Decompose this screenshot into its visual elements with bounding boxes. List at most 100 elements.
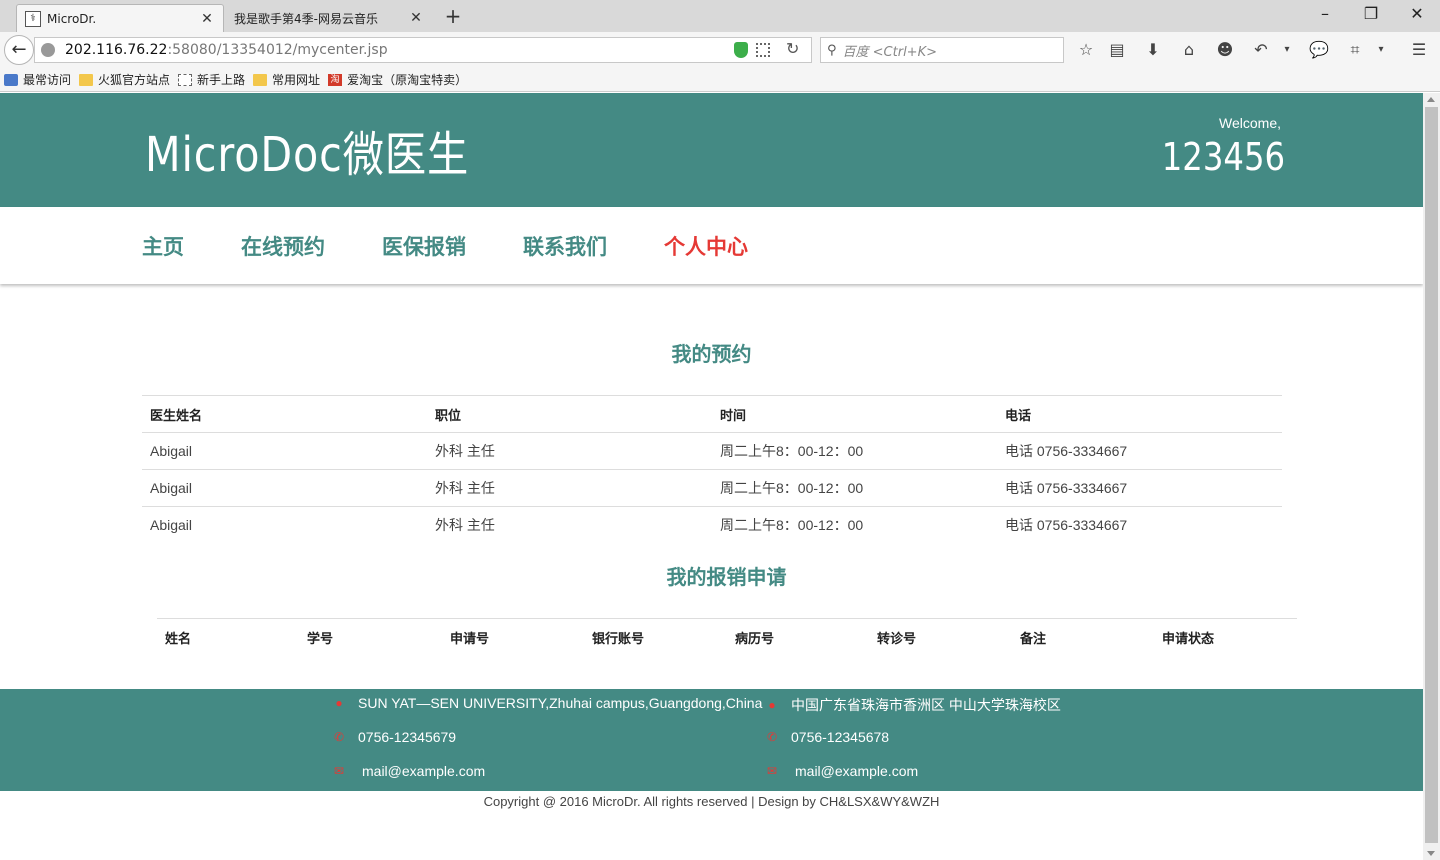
doctor-name-cell: Abigail — [142, 469, 427, 507]
table-row: Abigail 外科 主任 周二上午8：00-12：00 电话 0756-333… — [142, 432, 1282, 470]
phone-cell: 电话 0756-3334667 — [997, 432, 1282, 470]
bookmark-firefox-site[interactable]: 火狐官方站点 — [79, 71, 170, 88]
column-header: 学号 — [299, 618, 442, 657]
table-row: Abigail 外科 主任 周二上午8：00-12：00 电话 0756-333… — [142, 469, 1282, 507]
column-header: 申请号 — [442, 618, 584, 657]
map-marker-icon: ● — [335, 696, 343, 710]
undo-icon[interactable]: ↶ — [1250, 39, 1272, 61]
emoji-icon[interactable]: ☻ — [1214, 39, 1236, 61]
globe-icon — [41, 43, 55, 57]
new-tab-button[interactable]: + — [440, 4, 466, 30]
folder-icon — [79, 73, 94, 86]
claims-table: 姓名 学号 申请号 银行账号 病历号 转诊号 备注 申请状态 — [157, 618, 1297, 657]
tab-music[interactable]: 我是歌手第4季-网易云音乐 ✕ — [226, 4, 432, 32]
position-cell: 外科 主任 — [427, 432, 712, 470]
appointments-title: 我的预约 — [671, 342, 752, 366]
envelope-icon: ✉ — [333, 764, 345, 778]
envelope-icon: ✉ — [766, 764, 778, 778]
copyright: Copyright @ 2016 MicroDr. All rights res… — [483, 794, 940, 809]
appointments-table: 医生姓名 职位 时间 电话 Abigail 外科 主任 周二上午8：00-12：… — [142, 395, 1282, 544]
reload-icon[interactable]: ↻ — [786, 39, 799, 58]
shield-icon[interactable] — [734, 42, 748, 58]
nav-home[interactable]: 主页 — [142, 231, 184, 261]
back-button[interactable]: ← — [4, 35, 34, 65]
time-cell: 周二上午8：00-12：00 — [712, 469, 997, 507]
scroll-up-icon[interactable] — [1427, 97, 1435, 102]
qr-code-icon[interactable] — [756, 43, 770, 57]
position-cell: 外科 主任 — [427, 469, 712, 507]
download-icon[interactable]: ⬇ — [1142, 39, 1164, 61]
phone-icon: ✆ — [766, 730, 778, 744]
column-header: 医生姓名 — [142, 395, 427, 433]
chat-icon[interactable]: 💬 — [1308, 39, 1330, 61]
bookmark-taobao[interactable]: 淘爱淘宝（原淘宝特卖） — [328, 71, 467, 88]
bookmark-getting-started[interactable]: 新手上路 — [178, 71, 245, 88]
restore-icon[interactable]: ❐ — [1348, 0, 1394, 30]
footer-phone-1: ✆ 0756-12345679 — [333, 729, 457, 745]
url-path: :58080/13354012/mycenter.jsp — [167, 42, 388, 58]
bookmarks-bar: 最常访问 火狐官方站点 新手上路 常用网址 淘爱淘宝（原淘宝特卖） — [0, 68, 1440, 92]
main-nav: 主页 在线预约 医保报销 联系我们 个人中心 — [0, 207, 1423, 284]
vertical-scrollbar[interactable] — [1423, 93, 1440, 860]
welcome-text: Welcome, — [1219, 115, 1281, 131]
close-tab-icon[interactable]: ✕ — [408, 10, 424, 26]
reading-list-icon[interactable]: ▤ — [1106, 39, 1128, 61]
nav-appointment[interactable]: 在线预约 — [241, 231, 325, 261]
browser-tab-bar: ⚕ MicroDr. ✕ 我是歌手第4季-网易云音乐 ✕ + – ❐ ✕ — [0, 0, 1440, 32]
column-header: 银行账号 — [584, 618, 727, 657]
page-viewport: MicroDoc微医生 Welcome, 123456 主页 在线预约 医保报销… — [0, 93, 1423, 860]
scrollbar-thumb[interactable] — [1425, 107, 1438, 843]
time-cell: 周二上午8：00-12：00 — [712, 506, 997, 544]
footer-address-cn: ● 中国广东省珠海市香洲区 中山大学珠海校区 — [765, 695, 1061, 715]
doctor-name-cell: Abigail — [142, 432, 427, 470]
search-input[interactable]: ⚲ 百度 <Ctrl+K> — [820, 37, 1064, 63]
table-row: Abigail 外科 主任 周二上午8：00-12：00 电话 0756-333… — [142, 506, 1282, 544]
position-cell: 外科 主任 — [427, 506, 712, 544]
search-icon: ⚲ — [827, 42, 837, 58]
tab-title: 我是歌手第4季-网易云音乐 — [234, 11, 378, 26]
site-logo[interactable]: MicroDoc微医生 — [145, 127, 469, 183]
home-icon[interactable]: ⌂ — [1178, 39, 1200, 61]
address-bar[interactable]: 202.116.76.22:58080/13354012/mycenter.js… — [34, 37, 812, 63]
username: 123456 — [1161, 135, 1285, 179]
column-header: 申请状态 — [1154, 618, 1297, 657]
bookmark-star-icon[interactable]: ☆ — [1075, 39, 1097, 61]
close-tab-icon[interactable]: ✕ — [199, 11, 215, 27]
column-header: 电话 — [997, 395, 1282, 433]
taobao-icon: 淘 — [328, 73, 343, 86]
crop-icon[interactable]: ⌗ — [1344, 39, 1366, 61]
phone-cell: 电话 0756-3334667 — [997, 506, 1282, 544]
nav-contact[interactable]: 联系我们 — [523, 231, 607, 261]
minimize-icon[interactable]: – — [1302, 0, 1348, 30]
footer-address-en: ● SUN YAT—SEN UNIVERSITY,Zhuhai campus,G… — [332, 695, 762, 711]
dropdown-arrow-icon[interactable]: ▾ — [1276, 39, 1298, 61]
column-header: 职位 — [427, 395, 712, 433]
site-footer: ● SUN YAT—SEN UNIVERSITY,Zhuhai campus,G… — [0, 689, 1423, 791]
bookmark-most-visited[interactable]: 最常访问 — [4, 71, 71, 88]
page-favicon-icon: ⚕ — [25, 10, 41, 27]
tab-microdr[interactable]: ⚕ MicroDr. ✕ — [16, 4, 224, 32]
column-header: 姓名 — [157, 618, 299, 657]
bookmark-common-sites[interactable]: 常用网址 — [253, 71, 320, 88]
menu-icon[interactable]: ☰ — [1408, 39, 1430, 61]
site-header: MicroDoc微医生 Welcome, 123456 — [0, 93, 1423, 207]
folder-icon — [253, 73, 268, 86]
scroll-down-icon[interactable] — [1427, 851, 1435, 856]
phone-cell: 电话 0756-3334667 — [997, 469, 1282, 507]
footer-phone-2: ✆ 0756-12345678 — [766, 729, 890, 745]
nav-reimbursement[interactable]: 医保报销 — [382, 231, 466, 261]
search-placeholder: 百度 <Ctrl+K> — [842, 44, 937, 60]
dropdown-arrow-icon[interactable]: ▾ — [1370, 39, 1392, 61]
claims-title: 我的报销申请 — [666, 565, 787, 589]
table-header-row: 姓名 学号 申请号 银行账号 病历号 转诊号 备注 申请状态 — [157, 618, 1297, 657]
time-cell: 周二上午8：00-12：00 — [712, 432, 997, 470]
phone-icon: ✆ — [333, 730, 345, 744]
doctor-name-cell: Abigail — [142, 506, 427, 544]
footer-email-1[interactable]: ✉ mail@example.com — [332, 763, 485, 779]
map-marker-icon: ● — [768, 698, 776, 712]
browser-toolbar: ← 202.116.76.22:58080/13354012/mycenter.… — [0, 32, 1440, 68]
column-header: 病历号 — [727, 618, 869, 657]
close-window-icon[interactable]: ✕ — [1394, 0, 1440, 30]
footer-email-2[interactable]: ✉ mail@example.com — [765, 763, 918, 779]
nav-personal-center[interactable]: 个人中心 — [664, 231, 748, 261]
